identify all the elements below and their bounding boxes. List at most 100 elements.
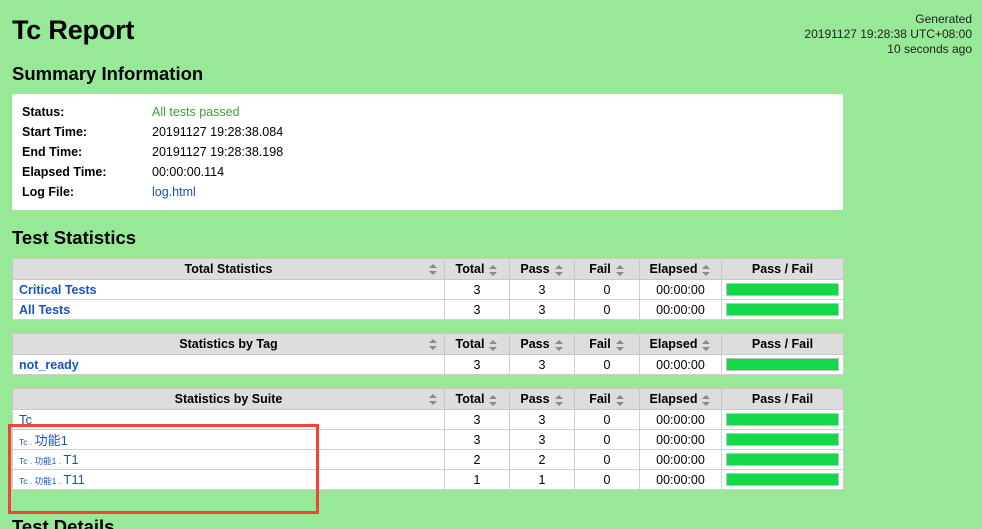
report-page: Generated 20191127 19:28:38 UTC+08:00 10… [0,0,982,529]
sort-arrows-icon[interactable] [554,265,564,277]
details-heading: Test Details [12,516,115,529]
sort-arrows-icon[interactable] [702,340,711,352]
column-header-elapsed-label: Elapsed [649,337,698,351]
table-row: Tc . 功能1 . T11 1 1 0 00:00:00 [12,469,844,490]
column-header-pass[interactable]: Pass [509,258,575,280]
column-header-fail[interactable]: Fail [574,333,640,355]
sort-arrows-icon[interactable] [702,395,711,407]
pass-fail-bar [726,413,839,426]
statistic-name-cell: not_ready [12,354,445,375]
fail-cell: 0 [574,299,640,320]
generated-info: Generated 20191127 19:28:38 UTC+08:00 10… [804,12,972,57]
column-header-pass-label: Pass [520,392,550,406]
total-cell: 1 [444,469,510,490]
column-header-fail[interactable]: Fail [574,388,640,410]
summary-row: Log File: log.html [12,182,843,202]
elapsed-cell: 00:00:00 [639,354,722,375]
sort-arrows-icon[interactable] [489,395,498,407]
pass-bar-segment [727,304,838,315]
column-header-fail-label: Fail [589,262,611,276]
sort-arrows-icon[interactable] [615,340,625,352]
total-cell: 3 [444,279,510,300]
column-header-name[interactable]: Statistics by Suite [12,388,445,410]
column-header-total[interactable]: Total [444,258,510,280]
fail-cell: 0 [574,429,640,450]
statistic-link[interactable]: not_ready [19,358,79,372]
summary-row-label: Start Time: [22,125,88,139]
statistic-link[interactable]: Critical Tests [19,283,97,297]
suite-link[interactable]: Tc . 功能1 . T11 [19,472,85,487]
pass-fail-graph-cell [721,429,844,450]
column-header-pass-fail-label: Pass / Fail [751,262,814,276]
column-header-name[interactable]: Total Statistics [12,258,445,280]
column-header-elapsed[interactable]: Elapsed [639,258,722,280]
elapsed-cell: 00:00:00 [639,299,722,320]
column-header-pass[interactable]: Pass [509,333,575,355]
column-header-fail-label: Fail [589,392,611,406]
pass-fail-bar [726,358,839,371]
table-row: Tc . 功能1 3 3 0 00:00:00 [12,429,844,450]
sort-arrows-icon[interactable] [554,340,564,352]
pass-cell: 3 [509,354,575,375]
generated-relative-time: 10 seconds ago [887,42,972,56]
status-badge: All tests passed [152,105,240,119]
fail-cell: 0 [574,279,640,300]
suite-parent-prefix: Tc . [19,437,35,447]
sort-arrows-icon[interactable] [429,264,438,275]
column-header-total-label: Total [455,337,485,351]
table-row: All Tests 3 3 0 00:00:00 [12,299,844,320]
sort-arrows-icon[interactable] [489,340,498,352]
suite-parent-prefix: Tc . 功能1 . [19,476,64,486]
summary-row-value: 00:00:00.114 [152,165,225,179]
pass-cell: 1 [509,469,575,490]
pass-fail-bar [726,473,839,486]
pass-fail-graph-cell [721,354,844,375]
column-header-fail[interactable]: Fail [574,258,640,280]
statistics-tables: Total Statistics Total Pass Fail Elapsed Pass… [0,258,982,490]
column-header-pass[interactable]: Pass [509,388,575,410]
statistics-block: Total Statistics Total Pass Fail Elapsed Pass… [12,258,844,320]
pass-cell: 3 [509,409,575,430]
column-header-total[interactable]: Total [444,388,510,410]
pass-fail-graph-cell [721,279,844,300]
log-file-link[interactable]: log.html [152,185,196,199]
summary-row-value: log.html [152,182,843,202]
pass-cell: 3 [509,429,575,450]
sort-arrows-icon[interactable] [615,265,625,277]
statistic-link[interactable]: All Tests [19,303,70,317]
column-header-pass-label: Pass [520,262,550,276]
summary-row-label: End Time: [22,145,83,159]
column-header-pass-fail[interactable]: Pass / Fail [721,333,844,355]
total-cell: 3 [444,354,510,375]
suite-parent-prefix: Tc . 功能1 . [19,456,64,466]
column-header-pass-fail[interactable]: Pass / Fail [721,258,844,280]
sort-arrows-icon[interactable] [615,395,625,407]
column-header-pass-fail[interactable]: Pass / Fail [721,388,844,410]
summary-table: Status: All tests passed Start Time: 201911… [12,102,843,202]
column-header-total[interactable]: Total [444,333,510,355]
column-header-elapsed[interactable]: Elapsed [639,388,722,410]
suite-link[interactable]: Tc . 功能1 [19,433,68,448]
column-header-elapsed[interactable]: Elapsed [639,333,722,355]
sort-arrows-icon[interactable] [429,394,438,405]
summary-row-value: All tests passed [152,102,843,122]
sort-arrows-icon[interactable] [554,395,564,407]
fail-cell: 0 [574,409,640,430]
summary-row-value: 20191127 19:28:38.198 [152,145,284,159]
statistics-block: Statistics by Suite Total Pass Fail Elapsed P… [12,388,844,490]
total-cell: 3 [444,299,510,320]
sort-arrows-icon[interactable] [489,265,498,277]
column-header-elapsed-label: Elapsed [649,262,698,276]
column-header-name-label: Total Statistics [184,262,273,276]
elapsed-cell: 00:00:00 [639,449,722,470]
suite-link[interactable]: Tc [19,412,32,427]
column-header-name[interactable]: Statistics by Tag [12,333,445,355]
pass-bar-segment [727,359,838,370]
statistic-name-cell: Tc [12,409,445,430]
suite-link[interactable]: Tc . 功能1 . T1 [19,452,79,467]
fail-cell: 0 [574,354,640,375]
statistic-name-cell: Tc . 功能1 [12,429,445,450]
sort-arrows-icon[interactable] [702,265,711,277]
total-cell: 2 [444,449,510,470]
sort-arrows-icon[interactable] [429,339,438,350]
